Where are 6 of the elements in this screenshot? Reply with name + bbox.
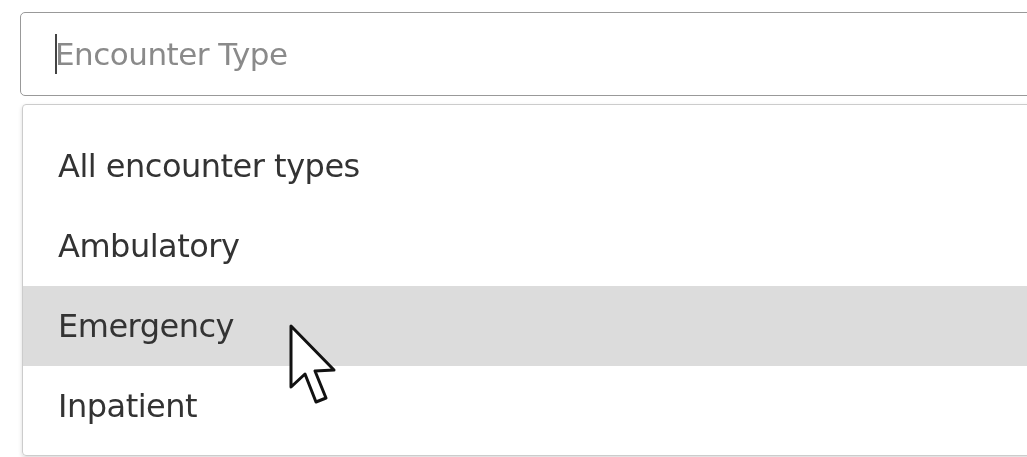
- encounter-type-field[interactable]: Encounter Type: [20, 12, 1027, 96]
- dropdown-option[interactable]: All encounter types: [23, 126, 1027, 206]
- dropdown-option[interactable]: Inpatient: [23, 366, 1027, 446]
- dropdown-option[interactable]: Emergency: [23, 286, 1027, 366]
- dropdown-option[interactable]: Ambulatory: [23, 206, 1027, 286]
- text-caret: [55, 34, 57, 74]
